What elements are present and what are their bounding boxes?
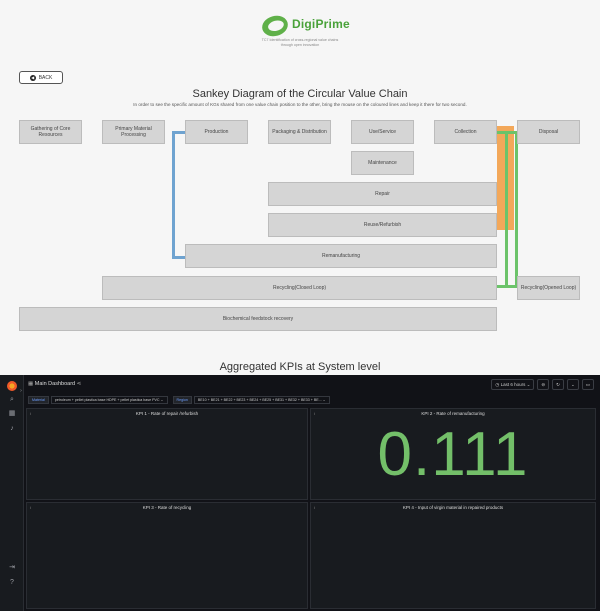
dashboard-title[interactable]: ▦ Main Dashboard ⋖ [28, 381, 81, 387]
chevron-down-icon: ⌄ [570, 381, 575, 387]
node-maintenance[interactable]: Maintenance [351, 151, 414, 175]
node-use[interactable]: Use/Service [351, 120, 414, 144]
dashboard-title-text: Main Dashboard [34, 381, 76, 387]
share-icon[interactable]: ⋖ [77, 381, 82, 387]
dashboard-sidebar: › ⌕ ▦ ♪ ⇥ ? [0, 375, 24, 611]
digiprime-logo: DigiPrime [259, 12, 352, 40]
node-disposal[interactable]: Disposal [517, 120, 580, 144]
kpi-panel-4[interactable]: i KPI 4 - Input of virgin material in re… [310, 502, 596, 609]
zoom-out-button[interactable]: ⊖ [537, 379, 550, 390]
panel-title[interactable]: KPI 2 - Rate of remanufacturing [311, 411, 595, 416]
grafana-logo-icon[interactable] [7, 381, 17, 391]
node-repair[interactable]: Repair [268, 182, 497, 206]
dashboard-topbar: ▦ Main Dashboard ⋖ ◷ Last 6 hours ⌄ ⊖ ↻ … [24, 375, 600, 395]
search-icon[interactable]: ⌕ [8, 396, 16, 404]
back-label: BACK [38, 74, 53, 81]
variable-value-region: BE10 + BE21 + BE22 + BE23 + BE24 + BE25 … [197, 398, 322, 402]
kpi-dashboard: › ⌕ ▦ ♪ ⇥ ? ▦ Main Dashboard ⋖ ◷ Last 6 … [0, 375, 600, 611]
refresh-button[interactable]: ↻ [552, 379, 564, 390]
leaf-logo-icon [259, 12, 291, 40]
tagline-line2: through open innovation [280, 43, 320, 47]
flow-collection-recycling-opened-inner[interactable] [505, 131, 508, 288]
node-biochemical[interactable]: Biochemical feedstock recovery [19, 307, 497, 331]
zoom-out-icon: ⊖ [541, 381, 546, 387]
sankey-title: Sankey Diagram of the Circular Value Cha… [192, 88, 408, 100]
refresh-icon: ↻ [556, 381, 560, 387]
variable-select-region[interactable]: BE10 + BE21 + BE22 + BE23 + BE24 + BE25 … [193, 396, 330, 404]
arrow-left-icon: ◀ [29, 74, 36, 81]
kpi-section-title: Aggregated KPIs at System level [219, 361, 381, 373]
node-remanufacturing[interactable]: Remanufacturing [185, 244, 497, 268]
brand-name: DigiPrime [292, 17, 350, 31]
node-gathering[interactable]: Gathering of Core Resources [19, 120, 82, 144]
kpi-panel-2[interactable]: i KPI 2 - Rate of remanufacturing 0.111 [310, 408, 596, 500]
node-production[interactable]: Production [185, 120, 248, 144]
chevron-down-icon: ⌄ [525, 381, 531, 387]
time-range-label: Last 6 hours [500, 382, 526, 387]
panel-title[interactable]: KPI 4 - Input of virgin material in repa… [311, 505, 595, 510]
variable-value-material: petroleum + pellet plastica base HDPE + … [54, 398, 160, 402]
variable-label-material: Material [28, 396, 49, 404]
monitor-icon: ▭ [585, 381, 590, 387]
node-packaging[interactable]: Packaging & Distribution [268, 120, 331, 144]
node-recycling-opened[interactable]: Recycling(Opened Loop) [517, 276, 580, 300]
kpi-panel-1[interactable]: i KPI 1 - Rate of repair /refurbish [26, 408, 308, 500]
back-button[interactable]: ◀ BACK [19, 71, 63, 84]
variable-label-region: Region [172, 396, 192, 404]
bell-icon[interactable]: ♪ [8, 425, 16, 433]
node-reuse[interactable]: Reuse/Refurbish [268, 213, 497, 237]
chevron-down-icon: ⌄ [322, 398, 326, 402]
variable-select-material[interactable]: petroleum + pellet plastica base HDPE + … [50, 396, 168, 404]
toolbar-actions: ◷ Last 6 hours ⌄ ⊖ ↻ ⌄ ▭ [491, 379, 594, 390]
help-icon[interactable]: ? [8, 579, 16, 587]
variables-row: Material petroleum + pellet plastica bas… [28, 396, 330, 404]
dashboards-icon[interactable]: ▦ [8, 410, 16, 418]
panel-title[interactable]: KPI 3 - Rate of recycling [27, 505, 307, 510]
grid-icon: ▦ [28, 381, 35, 387]
chevron-down-icon: ⌄ [160, 398, 164, 402]
time-range-picker[interactable]: ◷ Last 6 hours ⌄ [491, 379, 535, 390]
kpi-panel-3[interactable]: i KPI 3 - Rate of recycling [26, 502, 308, 609]
node-primary[interactable]: Primary Material Processing [102, 120, 165, 144]
node-collection[interactable]: Collection [434, 120, 497, 144]
node-recycling-closed[interactable]: Recycling(Closed Loop) [102, 276, 497, 300]
sankey-subtitle: In order to see the specific amount of K… [133, 102, 467, 107]
flow-production-remanufacturing[interactable] [172, 131, 186, 259]
tv-mode-button[interactable]: ▭ [581, 379, 594, 390]
stat-value: 0.111 [377, 420, 529, 489]
brand-tagline: TC7 Identification of cross-regional val… [230, 38, 370, 48]
refresh-interval-button[interactable]: ⌄ [566, 379, 579, 390]
panel-title[interactable]: KPI 1 - Rate of repair /refurbish [27, 411, 307, 416]
sign-in-icon[interactable]: ⇥ [8, 564, 16, 572]
